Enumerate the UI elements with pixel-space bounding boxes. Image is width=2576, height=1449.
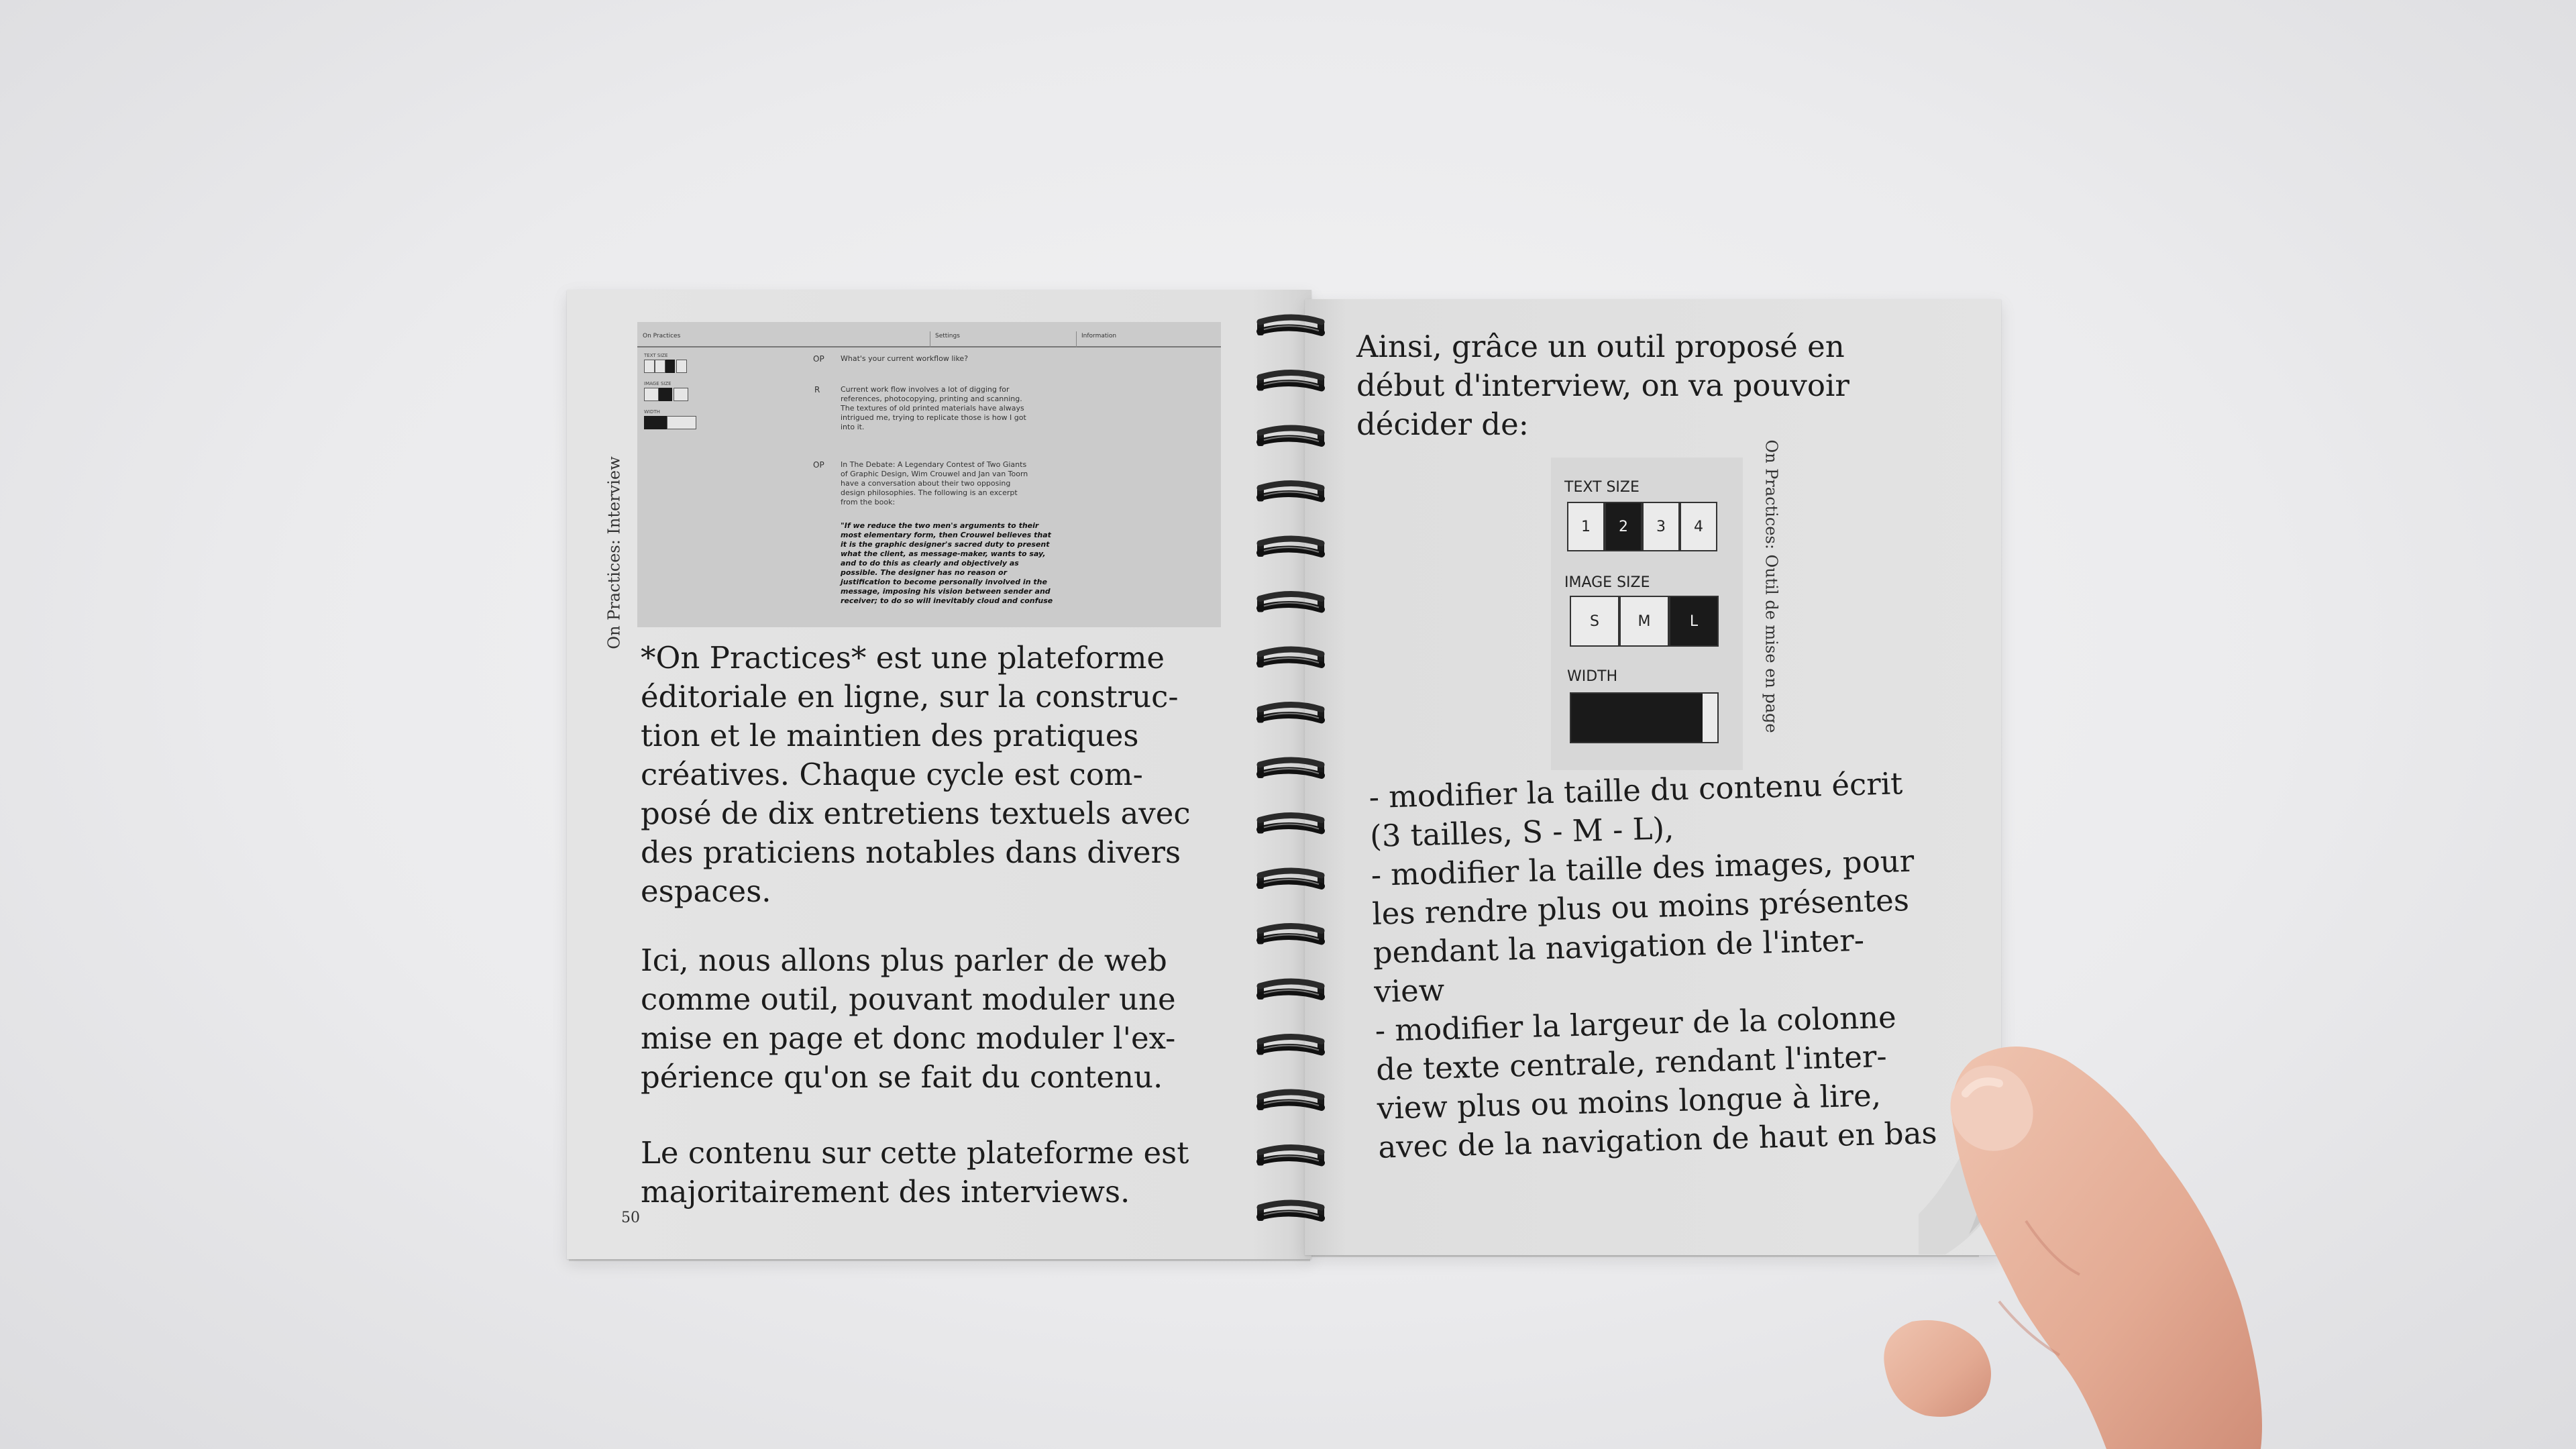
spiral-coil — [1256, 480, 1325, 502]
spiral-coil — [1256, 1144, 1325, 1167]
right-intro: Ainsi, grâce un outil proposé en début d… — [1356, 329, 1849, 442]
image-size-label: IMAGE SIZE — [1564, 574, 1650, 591]
spiral-coil — [1256, 425, 1325, 447]
screenshot-topbar: On Practices Settings Information — [637, 327, 1221, 347]
qa-quote: "If we reduce the two men's arguments to… — [841, 521, 1053, 605]
right-page-side-label: On Practices: Outil de mise en page — [1762, 439, 1781, 733]
spiral-binding — [1256, 314, 1325, 1222]
right-list: - modifier la taille du contenu écrit (3… — [1368, 765, 1938, 1165]
text-size-option-2: 2 — [1605, 502, 1642, 551]
left-paragraph-3: Le contenu sur cette plateforme est majo… — [641, 1135, 1189, 1210]
text-size-option-1: 1 — [1567, 502, 1605, 551]
text-size-label: TEXT SIZE — [1564, 479, 1640, 496]
spiral-coil — [1256, 812, 1325, 835]
qa-text-3: In The Debate: A Legendary Contest of Tw… — [841, 460, 1028, 506]
screenshot-site-title: On Practices — [643, 333, 681, 339]
spiral-coil — [1256, 1034, 1325, 1056]
spiral-coil — [1256, 978, 1325, 1000]
photo-scene: On Practices: Interview On Practices Set… — [0, 0, 2576, 1449]
spiral-coil — [1256, 702, 1325, 724]
image-size-option-l: L — [1669, 596, 1719, 647]
left-paragraph-2: Ici, nous allons plus parler de web comm… — [641, 943, 1176, 1095]
spiral-coil — [1256, 757, 1325, 779]
spiral-coil — [1256, 591, 1325, 613]
spiral-coil — [1256, 1089, 1325, 1111]
text-size-option-4: 4 — [1680, 502, 1717, 551]
width-slider-fill — [1571, 694, 1703, 742]
left-paragraph-1: *On Practices* est une plateforme éditor… — [641, 640, 1191, 909]
qa-text-2: Current work flow involves a lot of digg… — [841, 385, 1026, 431]
spiral-coil — [1256, 535, 1325, 557]
mini-caption-image-size: IMAGE SIZE — [644, 381, 672, 386]
settings-widget: TEXT SIZE 1 2 3 4 IMAGE SIZE S M L WIDTH — [1551, 458, 1743, 770]
spiral-coil — [1256, 1199, 1325, 1222]
qa-tag-1: OP — [813, 354, 824, 364]
left-page-number: 50 — [621, 1210, 640, 1226]
left-page-side-label: On Practices: Interview — [604, 456, 624, 649]
width-label: WIDTH — [1567, 668, 1618, 685]
text-size-option-3: 3 — [1642, 502, 1680, 551]
spiral-coil — [1256, 923, 1325, 945]
interview-screenshot: On Practices Settings Information TEXT S… — [637, 322, 1221, 627]
spiral-coil — [1256, 867, 1325, 890]
width-slider-track — [1570, 692, 1719, 743]
hand — [1884, 1046, 2262, 1449]
qa-tag-2: R — [814, 385, 820, 394]
mini-caption-width: WIDTH — [644, 409, 660, 415]
spiral-coil — [1256, 646, 1325, 668]
spiral-coil — [1256, 314, 1325, 336]
image-size-option-s: S — [1570, 596, 1619, 647]
screenshot-menu-settings: Settings — [935, 333, 960, 339]
mini-caption-text-size: TEXT SIZE — [644, 353, 668, 358]
qa-text-1: What's your current workflow like? — [841, 354, 969, 363]
image-size-option-m: M — [1619, 596, 1669, 647]
qa-tag-3: OP — [813, 460, 824, 470]
spiral-coil — [1256, 370, 1325, 392]
screenshot-menu-information: Information — [1081, 333, 1117, 339]
